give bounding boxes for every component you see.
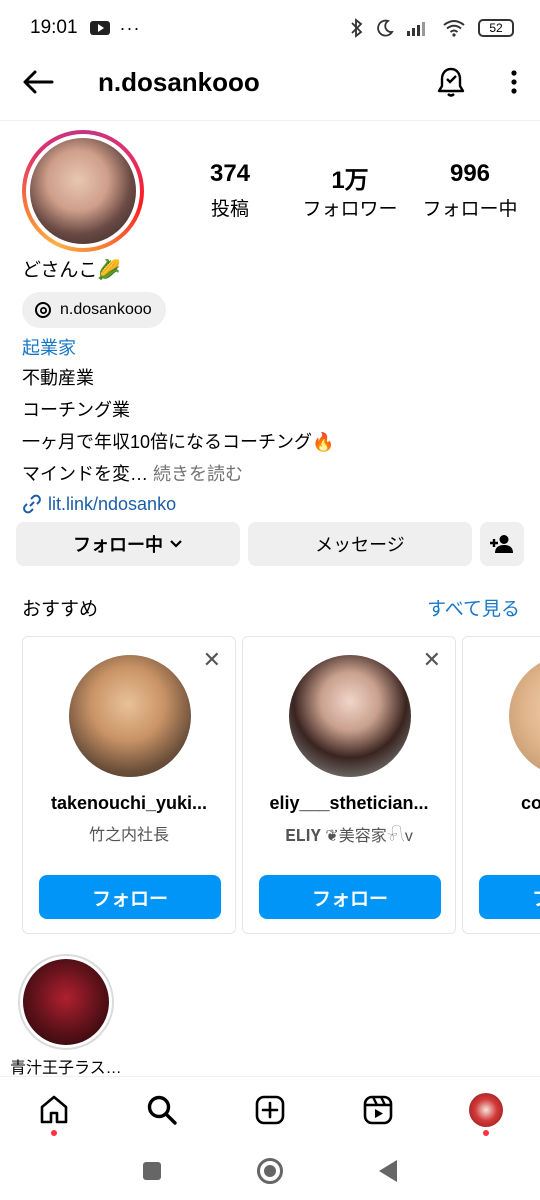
follow-button[interactable]: フォロー xyxy=(479,875,540,919)
bio-line: 不動産業 xyxy=(22,368,94,388)
profile-link[interactable]: lit.link/ndosanko xyxy=(22,490,522,518)
bottom-navigation xyxy=(0,1076,540,1142)
suggestion-cards: ✕ takenouchi_yuki... 竹之内社長 フォロー ✕ eliy__… xyxy=(22,636,540,936)
reels-icon xyxy=(363,1095,393,1124)
status-icons: 52 xyxy=(350,18,514,38)
nav-search[interactable] xyxy=(132,1080,192,1140)
suggestion-avatar[interactable] xyxy=(289,655,411,777)
profile-stats: 374 投稿 1万 フォロワー 996 フォロー中 xyxy=(170,160,530,221)
search-icon xyxy=(147,1095,177,1125)
highlight-label: 青汁王子ラス… xyxy=(10,1060,122,1077)
suggestion-username[interactable]: eliy___sthetician... xyxy=(243,793,455,814)
posts-label: 投稿 xyxy=(210,199,249,220)
status-time: 19:01 xyxy=(30,17,78,38)
suggestions-header: おすすめ すべて見る xyxy=(22,594,520,621)
profile-avatar-mini xyxy=(469,1092,503,1127)
profile-bio: どさんこ🌽 n.dosankooo 起業家 不動産業 コーチング業 一ヶ月で年収… xyxy=(22,256,522,518)
nav-create[interactable] xyxy=(240,1080,300,1140)
bio-line-truncated: マインドを変… 続きを読む xyxy=(22,458,522,490)
battery-indicator: 52 xyxy=(478,19,514,37)
following-button[interactable]: フォロー中 xyxy=(16,522,240,566)
recents-button[interactable] xyxy=(143,1162,161,1180)
system-navigation xyxy=(0,1142,540,1200)
suggestions-title: おすすめ xyxy=(22,599,99,620)
suggestion-avatar[interactable] xyxy=(509,655,540,777)
wifi-icon xyxy=(443,20,465,37)
posts-count: 374 xyxy=(209,160,251,187)
more-options-icon[interactable] xyxy=(510,69,518,95)
suggestion-subtitle: 𝐄𝐋𝐈𝐘 ❦美容家𓍯v xyxy=(285,828,413,845)
home-button[interactable] xyxy=(257,1158,283,1184)
suggestion-subtitle: Cl xyxy=(463,821,540,839)
suggested-users-button[interactable] xyxy=(480,522,524,566)
display-name: どさんこ🌽 xyxy=(22,260,122,281)
header-username: n.dosankooo xyxy=(98,66,260,97)
following-count: 996 xyxy=(449,160,491,187)
notification-bell-icon[interactable] xyxy=(436,66,466,98)
profile-link-text: lit.link/ndosanko xyxy=(48,494,177,514)
bio-line: 一ヶ月で年収10倍になるコーチング🔥 xyxy=(22,432,335,452)
stat-followers[interactable]: 1万 フォロワー xyxy=(290,160,410,221)
highlight-ring xyxy=(18,954,114,1050)
following-label: フォロー中 xyxy=(422,199,518,220)
nav-home[interactable] xyxy=(24,1080,84,1140)
header-divider xyxy=(0,120,540,121)
suggestion-subtitle: 竹之内社長 xyxy=(88,827,169,844)
bluetooth-icon xyxy=(351,18,363,38)
followers-count: 1万 xyxy=(331,167,369,194)
profile-category[interactable]: 起業家 xyxy=(22,334,522,362)
profile-avatar[interactable] xyxy=(22,130,144,252)
add-user-icon xyxy=(490,535,513,553)
bio-line: コーチング業 xyxy=(22,400,130,420)
see-all-link[interactable]: すべて見る xyxy=(427,594,520,621)
following-button-label: フォロー中 xyxy=(73,535,163,555)
youtube-icon xyxy=(89,21,110,35)
back-arrow-icon[interactable] xyxy=(22,69,54,95)
avatar-image xyxy=(30,138,136,244)
status-overflow: ··· xyxy=(119,17,141,38)
stat-following[interactable]: 996 フォロー中 xyxy=(410,160,530,221)
suggestion-username[interactable]: takenouchi_yuki... xyxy=(23,793,235,814)
suggestion-card[interactable]: ✕ takenouchi_yuki... 竹之内社長 フォロー xyxy=(22,636,236,934)
bio-truncated-text: マインドを変… xyxy=(22,464,148,484)
create-post-icon xyxy=(255,1095,285,1124)
message-button[interactable]: メッセージ xyxy=(248,522,472,566)
suggestion-avatar[interactable] xyxy=(69,655,191,777)
story-highlight[interactable]: 青汁王子ラス… xyxy=(10,954,122,1078)
suggestion-card[interactable]: coco Cl フォロー xyxy=(462,636,540,934)
dismiss-icon[interactable]: ✕ xyxy=(203,647,221,673)
suggestion-card[interactable]: ✕ eliy___sthetician... 𝐄𝐋𝐈𝐘 ❦美容家𓍯v フォロー xyxy=(242,636,456,934)
link-icon xyxy=(23,494,41,514)
status-bar: 19:01 ··· 52 xyxy=(0,0,540,56)
read-more-link[interactable]: 続きを読む xyxy=(153,464,243,484)
follow-button[interactable]: フォロー xyxy=(39,875,221,919)
threads-icon xyxy=(35,302,51,318)
follow-button[interactable]: フォロー xyxy=(259,875,441,919)
chevron-down-icon xyxy=(170,540,182,548)
profile-header: n.dosankooo xyxy=(0,56,540,108)
message-button-label: メッセージ xyxy=(315,535,405,555)
nav-profile[interactable] xyxy=(456,1080,516,1140)
profile-actions: フォロー中 メッセージ xyxy=(16,522,524,566)
followers-label: フォロワー xyxy=(302,199,398,220)
signal-icon xyxy=(407,22,425,36)
moon-icon xyxy=(377,19,394,37)
notification-dot xyxy=(51,1129,57,1136)
home-icon xyxy=(40,1095,68,1123)
nav-reels[interactable] xyxy=(348,1080,408,1140)
threads-handle: n.dosankooo xyxy=(60,301,152,318)
threads-badge[interactable]: n.dosankooo xyxy=(22,292,166,328)
notification-dot xyxy=(483,1129,489,1136)
suggestion-username[interactable]: coco xyxy=(463,793,540,814)
dismiss-icon[interactable]: ✕ xyxy=(423,647,441,673)
back-button[interactable] xyxy=(379,1160,397,1182)
stat-posts[interactable]: 374 投稿 xyxy=(170,160,290,221)
highlight-image xyxy=(23,959,109,1045)
